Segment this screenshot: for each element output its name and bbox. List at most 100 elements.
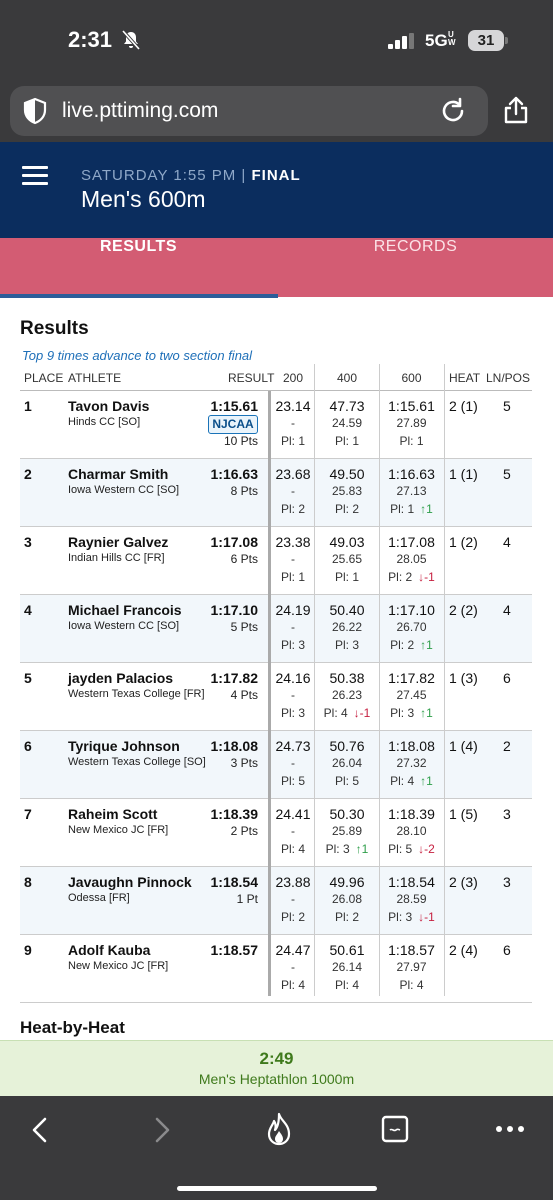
event-round: FINAL (251, 167, 301, 184)
split-time-600: 1:18.54 (388, 874, 435, 890)
place-up-indicator: ↑1 (420, 706, 433, 720)
split-lap-200: - (291, 892, 295, 906)
row-place: 9 (24, 942, 32, 958)
more-icon[interactable] (495, 1125, 525, 1133)
event-day: SATURDAY (81, 167, 169, 184)
url-text[interactable]: live.pttiming.com (62, 99, 218, 123)
result-time: 1:18.54 (210, 874, 258, 890)
network-label: 5G (425, 31, 448, 50)
split-place-200: Pl: 2 (272, 502, 314, 516)
back-icon[interactable] (28, 1116, 52, 1144)
network-sup-label: UW (448, 30, 456, 47)
athlete-name: jayden Palacios (68, 670, 174, 686)
split-lap-400: 26.23 (331, 688, 363, 702)
split-time-400: 49.50 (329, 466, 365, 482)
place-down-indicator: ↓-1 (418, 570, 435, 584)
event-separator: | (241, 167, 247, 184)
lane-position: 5 (503, 466, 511, 482)
result-time: 1:15.61 (210, 398, 258, 414)
battery-tip (505, 37, 508, 44)
heat-value: 1 (4) (449, 738, 478, 754)
forward-icon[interactable] (150, 1116, 174, 1144)
table-row[interactable]: 1 Tavon Davis Hinds CC [SO] 1:15.61 NJCAA 10 … (20, 391, 532, 459)
battery-level: 31 (468, 30, 504, 51)
table-row[interactable]: 3 Raynier Galvez Indian Hills CC [FR] 1:17.… (20, 527, 532, 595)
lane-position: 4 (503, 602, 511, 618)
points: 1 Pt (236, 892, 258, 906)
split-lap-400: 25.83 (331, 484, 363, 498)
split-place-400: Pl: 4 (315, 978, 379, 992)
points: 5 Pts (230, 620, 258, 634)
next-event-time[interactable]: 2:49 (0, 1049, 553, 1069)
place-down-indicator: ↓-1 (353, 706, 371, 720)
tabs-icon[interactable] (381, 1115, 409, 1143)
table-row[interactable]: 8 Javaughn Pinnock Odessa [FR] 1:18.54 1 Pt 2… (20, 867, 532, 935)
split-place-label: Pl: 2 (388, 570, 413, 584)
result-time: 1:18.08 (210, 738, 258, 754)
col-400: 400 (336, 371, 358, 385)
lane-position: 3 (503, 806, 511, 822)
table-row[interactable]: 2 Charmar Smith Iowa Western CC [SO] 1:16.6… (20, 459, 532, 527)
heat-by-heat-heading: Heat-by-Heat (20, 1018, 125, 1037)
athlete-name: Tavon Davis (68, 398, 150, 414)
col-200: 200 (282, 371, 304, 385)
njcaa-badge: NJCAA (208, 415, 258, 434)
split-place-label: Pl: 1 (334, 570, 359, 584)
split-lap-400: 26.22 (331, 620, 363, 634)
row-place: 1 (24, 398, 32, 414)
tab-results[interactable]: RESULTS (0, 238, 277, 297)
menu-icon[interactable] (22, 166, 48, 186)
tab-records[interactable]: RECORDS (277, 238, 553, 297)
split-time-200: 24.19 (275, 602, 311, 618)
athlete-team: Iowa Western CC [SO] (68, 620, 180, 632)
flame-icon[interactable] (264, 1112, 294, 1146)
split-place-label: Pl: 2 (334, 910, 359, 924)
reload-icon[interactable] (438, 96, 468, 126)
table-row[interactable]: 9 Adolf Kauba New Mexico JC [FR] 1:18.57 24.… (20, 935, 532, 1003)
split-place-label: Pl: 3 (280, 706, 305, 720)
shield-icon[interactable] (22, 97, 48, 125)
split-place-200: Pl: 5 (272, 774, 314, 788)
advance-note: Top 9 times advance to two section final (22, 348, 253, 363)
results-heading: Results (20, 318, 89, 339)
split-place-label: Pl: 2 (280, 502, 305, 516)
place-up-indicator: ↑1 (420, 502, 433, 516)
split-time-600: 1:15.61 (388, 398, 435, 414)
event-time: 1:55 PM (173, 167, 237, 184)
row-place: 4 (24, 602, 32, 618)
split-lap-600: 27.32 (396, 756, 427, 770)
split-place-200: Pl: 4 (272, 978, 314, 992)
row-place: 7 (24, 806, 32, 822)
split-place-600: Pl: 3 ↓-1 (380, 910, 443, 924)
split-place-label: Pl: 3 (390, 706, 415, 720)
split-place-600: Pl: 5 ↓-2 (380, 842, 443, 856)
table-row[interactable]: 4 Michael Francois Iowa Western CC [SO] 1:1… (20, 595, 532, 663)
points: 8 Pts (230, 484, 258, 498)
table-row[interactable]: 7 Raheim Scott New Mexico JC [FR] 1:18.39 2 … (20, 799, 532, 867)
table-row[interactable]: 6 Tyrique Johnson Western Texas College [S… (20, 731, 532, 799)
share-icon[interactable] (503, 95, 529, 125)
next-event-name[interactable]: Men's Heptathlon 1000m (0, 1071, 553, 1087)
col-600: 600 (401, 371, 422, 385)
split-lap-600: 27.97 (396, 960, 427, 974)
split-place-label: Pl: 3 (280, 638, 305, 652)
split-lap-600: 28.05 (396, 552, 427, 566)
active-tab-indicator (0, 294, 278, 298)
split-time-200: 23.68 (275, 466, 311, 482)
split-place-label: Pl: 1 (390, 502, 415, 516)
home-indicator[interactable] (177, 1186, 377, 1191)
table-row[interactable]: 5 jayden Palacios Western Texas College [F… (20, 663, 532, 731)
split-lap-400: 26.14 (331, 960, 363, 974)
split-place-label: Pl: 4 (390, 774, 415, 788)
split-place-label: Pl: 4 (323, 706, 348, 720)
split-time-400: 47.73 (329, 398, 365, 414)
split-time-200: 24.16 (275, 670, 311, 686)
split-place-600: Pl: 4 ↑1 (380, 774, 443, 788)
lane-position: 5 (503, 398, 511, 414)
split-time-400: 50.38 (329, 670, 365, 686)
lane-position: 3 (503, 874, 511, 890)
split-lap-400: 26.08 (331, 892, 363, 906)
column-divider (379, 364, 380, 996)
athlete-name: Tyrique Johnson (68, 738, 180, 754)
split-place-label: Pl: 5 (334, 774, 359, 788)
